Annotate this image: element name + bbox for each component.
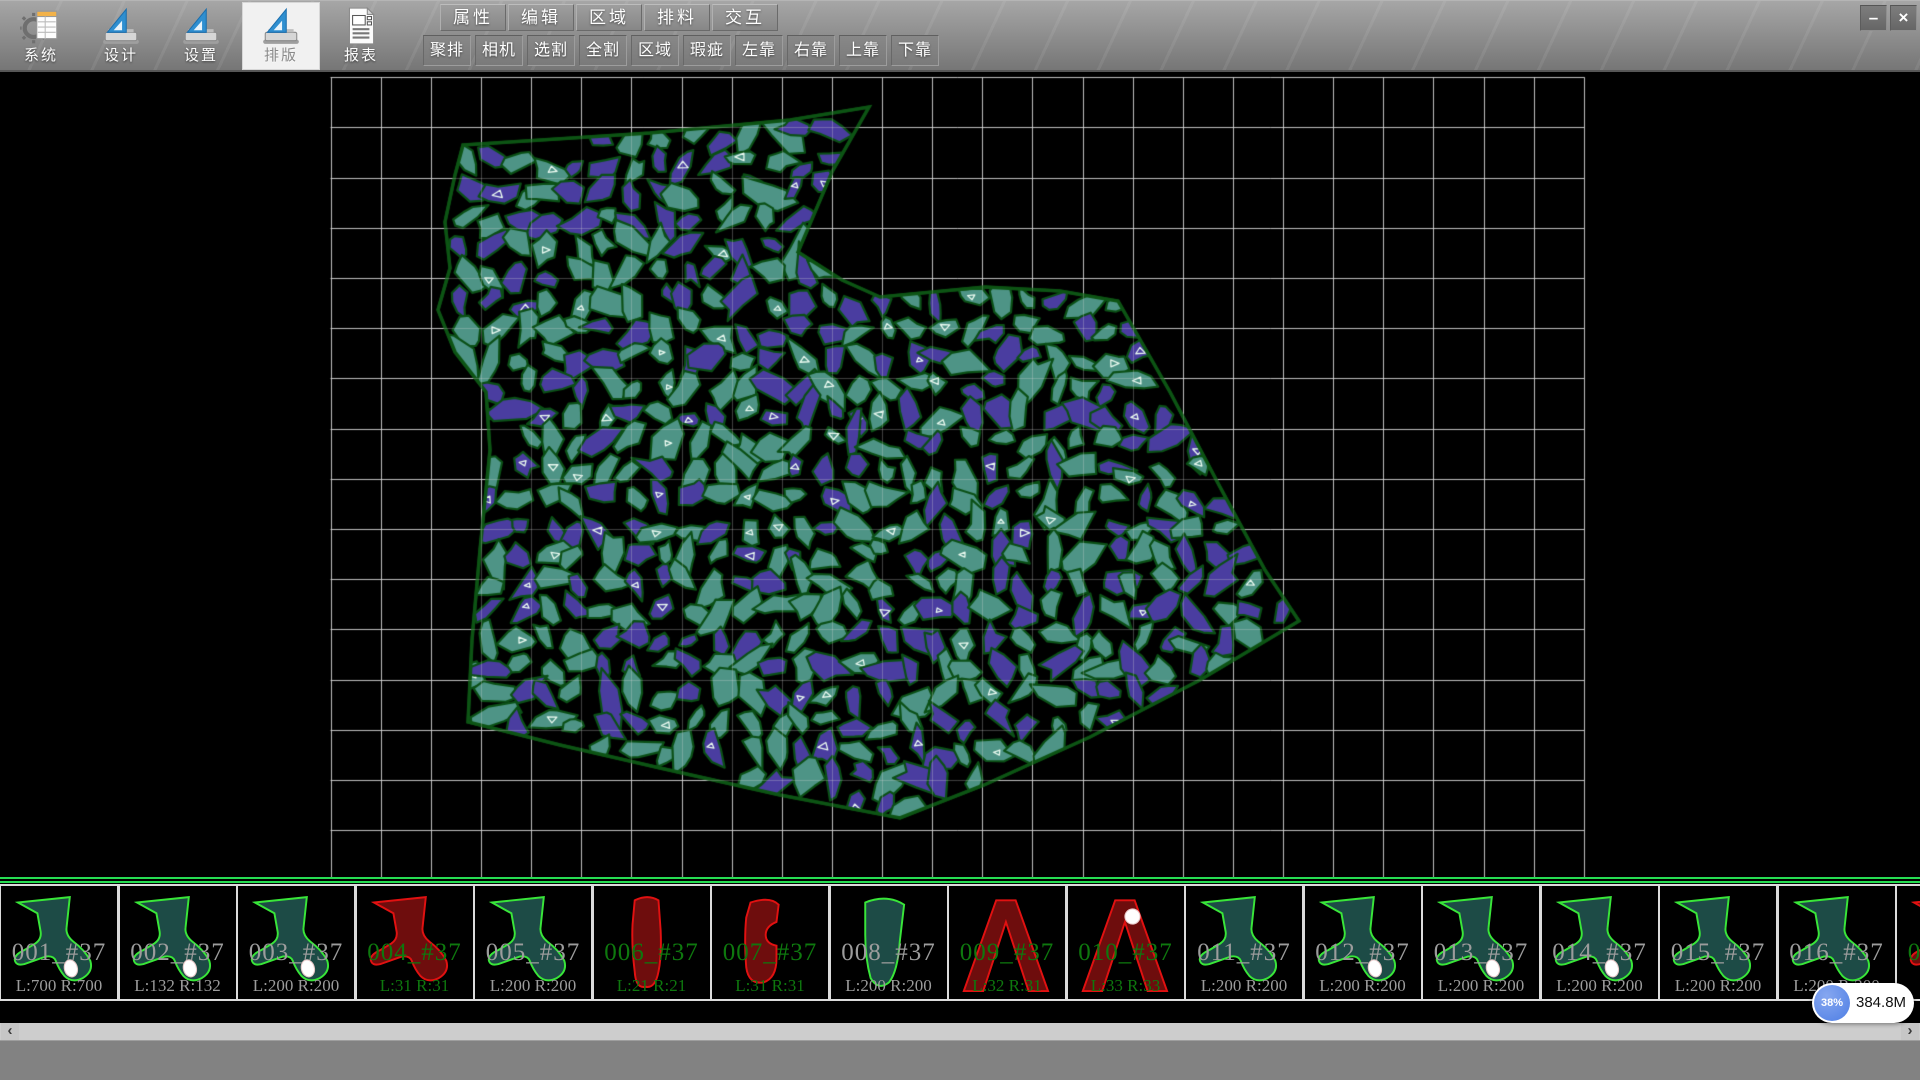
piece-id-label: 002_#37 — [120, 939, 236, 967]
status-bar — [0, 1040, 1920, 1080]
app-window: 系统设计设置排版报表 属性编辑区域排料交互 聚排相机选割全割区域瑕疵左靠右靠上靠… — [0, 0, 1920, 1080]
toolbar-button-system[interactable]: 系统 — [2, 2, 80, 70]
action-align-top[interactable]: 上靠 — [839, 35, 887, 66]
toolbar-button-design[interactable]: 设计 — [82, 2, 160, 70]
piece-id-label: 007_#37 — [712, 939, 828, 967]
triangle-ruler-icon — [260, 5, 302, 47]
piece-lr-count-label: L:31 R:31 — [357, 976, 473, 996]
piece-thumbnail[interactable]: 011_#37 L:200 R:200 — [1184, 884, 1304, 1001]
piece-id-label: 012_#37 — [1305, 939, 1421, 967]
close-button[interactable]: × — [1890, 5, 1917, 31]
piece-lr-count-label: L:31 R:31 — [712, 976, 828, 996]
triangle-ruler-icon — [100, 5, 142, 47]
action-defect[interactable]: 瑕疵 — [683, 35, 731, 66]
piece-lr-count-label: L:200 R:200 — [1423, 976, 1539, 996]
nesting-canvas[interactable] — [0, 72, 1920, 877]
piece-thumbnail[interactable]: 007_#37 L:31 R:31 — [710, 884, 830, 1001]
nesting-canvas-area[interactable] — [0, 72, 1920, 877]
toolbar-button-system-label: 系统 — [2, 47, 80, 65]
titlebar: 系统设计设置排版报表 属性编辑区域排料交互 聚排相机选割全割区域瑕疵左靠右靠上靠… — [0, 0, 1920, 72]
action-align-left[interactable]: 左靠 — [735, 35, 783, 66]
toolbar-button-settings[interactable]: 设置 — [162, 2, 240, 70]
piece-thumbnail[interactable]: 015_#37 L:200 R:200 — [1658, 884, 1778, 1001]
toolbar-button-design-label: 设计 — [82, 47, 160, 65]
piece-thumbnail[interactable]: 009_#37 L:32 R:31 — [947, 884, 1067, 1001]
toolbar-button-settings-label: 设置 — [162, 47, 240, 65]
piece-lr-count-label: L:200 R:200 — [1186, 976, 1302, 996]
menu-tab-interaction[interactable]: 交互 — [712, 4, 778, 31]
menu-tab-edit[interactable]: 编辑 — [508, 4, 574, 31]
piece-id-label: 005_#37 — [475, 939, 591, 967]
menu-tab-nesting[interactable]: 排料 — [644, 4, 710, 31]
piece-id-label: 009_#37 — [949, 939, 1065, 967]
progress-badge[interactable]: 38% 384.8M — [1812, 983, 1914, 1023]
scroll-left-button[interactable]: ‹ — [1, 1023, 19, 1040]
piece-thumbnail[interactable]: 004_#37 L:31 R:31 — [355, 884, 475, 1001]
action-align-bottom[interactable]: 下靠 — [891, 35, 939, 66]
triangle-ruler-icon — [180, 5, 222, 47]
piece-thumbnail[interactable]: 008_#37 L:200 R:200 — [829, 884, 949, 1001]
piece-lr-count-label: L:33 R:33 — [1068, 976, 1184, 996]
piece-id-label: 006_#37 — [594, 939, 710, 967]
piece-lr-count-label: L:200 R:200 — [831, 976, 947, 996]
piece-thumbnail[interactable]: 005_#37 L:200 R:200 — [473, 884, 593, 1001]
horizontal-scrollbar[interactable]: ‹ › — [0, 1023, 1920, 1040]
piece-id-label: 004_#37 — [357, 939, 473, 967]
piece-id-label: 014_#37 — [1542, 939, 1658, 967]
piece-id-label: 010_#37 — [1068, 939, 1184, 967]
piece-id-label: 008_#37 — [831, 939, 947, 967]
piece-id-label: 015_#37 — [1660, 939, 1776, 967]
menu-tab-properties[interactable]: 属性 — [440, 4, 506, 31]
piece-lr-count-label: L:200 R:200 — [475, 976, 591, 996]
piece-thumbnail[interactable]: 002_#37 L:132 R:132 — [118, 884, 238, 1001]
piece-thumbnail[interactable]: 014_#37 L:200 R:200 — [1540, 884, 1660, 1001]
piece-lr-count-label: L:200 R:200 — [1305, 976, 1421, 996]
menu-tab-region[interactable]: 区域 — [576, 4, 642, 31]
piece-thumbnail[interactable]: 013_#37 L:200 R:200 — [1421, 884, 1541, 1001]
minimize-button[interactable]: – — [1860, 5, 1887, 31]
piece-id-label: 003_#37 — [238, 939, 354, 967]
piece-lr-count-label: L:200 R:200 — [1542, 976, 1658, 996]
piece-id-label: 001_#37 — [1, 939, 117, 967]
action-select-cut[interactable]: 选割 — [527, 35, 575, 66]
scroll-right-icon: › — [1908, 1022, 1913, 1039]
piece-thumbnail[interactable]: 012_#37 L:200 R:200 — [1303, 884, 1423, 1001]
toolbar-button-report-label: 报表 — [322, 47, 400, 65]
piece-lr-count-label: L:200 R:200 — [1660, 976, 1776, 996]
piece-lr-count-label: L:32 R:31 — [949, 976, 1065, 996]
action-region[interactable]: 区域 — [631, 35, 679, 66]
piece-id-label: 016_#37 — [1779, 939, 1895, 967]
scroll-right-button[interactable]: › — [1901, 1023, 1919, 1040]
piece-thumbnail[interactable]: 003_#37 L:200 R:200 — [236, 884, 356, 1001]
action-camera[interactable]: 相机 — [475, 35, 523, 66]
piece-thumbnail[interactable]: 001_#37 L:700 R:700 — [0, 884, 119, 1001]
piece-lr-count-label: L:132 R:132 — [120, 976, 236, 996]
scroll-left-icon: ‹ — [8, 1022, 13, 1039]
piece-thumbnail[interactable]: 010_#37 L:33 R:33 — [1066, 884, 1186, 1001]
toolbar-button-report[interactable]: 报表 — [322, 2, 400, 70]
piece-lr-count-label: L:200 R:200 — [238, 976, 354, 996]
toolbar-button-layout-label: 排版 — [242, 47, 320, 65]
piece-id-label: 011_#37 — [1186, 939, 1302, 967]
piece-thumbnail-strip: 001_#37 L:700 R:700002_#37 L:132 R:132003_… — [0, 883, 1920, 1003]
minimize-icon: – — [1869, 8, 1878, 27]
piece-lr-count-label: L:21 R:21 — [594, 976, 710, 996]
piece-id-label: 013_#37 — [1423, 939, 1539, 967]
piece-thumbnail[interactable]: 006_#37 L:21 R:21 — [592, 884, 712, 1001]
toolbar-button-layout[interactable]: 排版 — [242, 2, 320, 70]
action-align-right[interactable]: 右靠 — [787, 35, 835, 66]
piece-lr-count-label: L:700 R:700 — [1, 976, 117, 996]
action-cut-all[interactable]: 全割 — [579, 35, 627, 66]
close-icon: × — [1899, 8, 1909, 27]
system-gear-icon — [20, 5, 62, 47]
progress-percent-badge: 38% — [1814, 985, 1850, 1021]
action-cluster-nest[interactable]: 聚排 — [423, 35, 471, 66]
piece-id-label: 017_#37 — [1897, 939, 1920, 967]
report-document-icon — [340, 5, 382, 47]
memory-size-label: 384.8M — [1856, 983, 1906, 1023]
